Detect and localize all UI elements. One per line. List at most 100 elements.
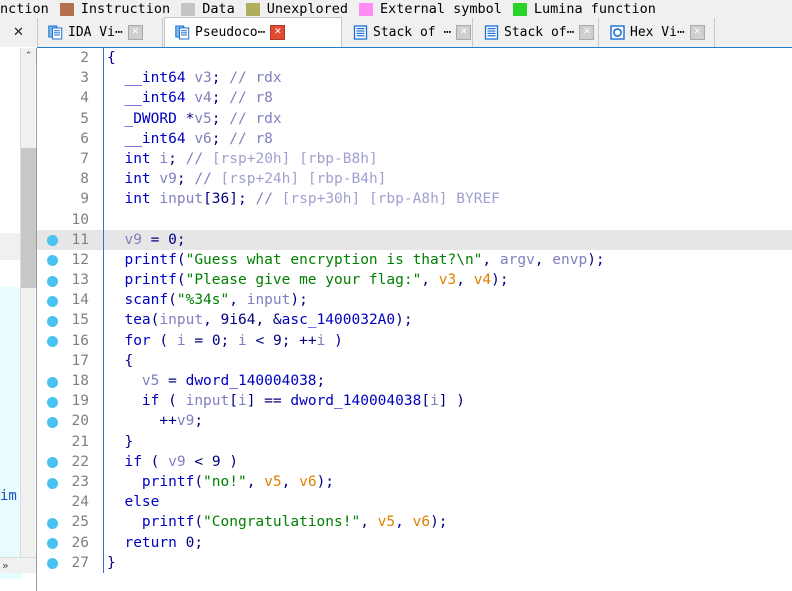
code-token[interactable]: "Please give me your flag:" — [186, 272, 422, 288]
tab-4[interactable]: Stack of⋯ ✕ — [474, 18, 599, 47]
code-token[interactable]: ); — [395, 312, 412, 328]
code-text[interactable]: return 0; — [107, 533, 203, 553]
code-token[interactable] — [107, 393, 142, 409]
code-line[interactable]: 7 int i; // [rsp+20h] [rbp-B8h] — [37, 148, 792, 170]
code-line[interactable]: 21 } — [37, 431, 792, 452]
code-token[interactable]: ( — [151, 333, 177, 349]
code-text[interactable]: if ( input[i] == dword_140004038[i] ) — [107, 391, 465, 411]
breakpoint-dot-icon[interactable] — [47, 416, 58, 428]
code-line[interactable]: 8 int v9; // [rsp+24h] [rbp-B4h] — [37, 169, 792, 190]
code-token[interactable]: , — [421, 272, 438, 288]
code-token[interactable]: // — [255, 191, 281, 207]
code-token[interactable]: ( — [177, 272, 186, 288]
code-token[interactable]: } — [107, 434, 133, 450]
code-line[interactable]: 2{ — [37, 48, 792, 69]
code-token[interactable]: ] — [229, 191, 238, 207]
code-token[interactable]: [rsp+30h] [rbp-A8h] BYREF — [282, 191, 500, 207]
code-token[interactable]: // — [194, 171, 220, 187]
code-token[interactable] — [107, 535, 124, 551]
code-token[interactable]: v3 — [439, 272, 456, 288]
code-token[interactable]: v4 — [194, 90, 211, 106]
functions-list-row[interactable] — [0, 579, 22, 591]
code-token[interactable]: , & — [255, 312, 281, 328]
breakpoint-dot-icon[interactable] — [47, 316, 58, 328]
code-token[interactable]: < — [247, 333, 273, 349]
code-token[interactable]: < — [186, 454, 212, 470]
code-token[interactable]: i — [159, 151, 168, 167]
code-token[interactable]: 9 — [212, 454, 221, 470]
breakpoint-dot-icon[interactable] — [47, 457, 58, 469]
code-token[interactable]: ); — [430, 514, 447, 530]
code-token[interactable]: // r8 — [229, 131, 273, 147]
code-token[interactable]: v9 — [159, 171, 176, 187]
code-token[interactable]: [ — [421, 393, 430, 409]
code-token[interactable]: 0 — [212, 333, 221, 349]
code-token[interactable]: v6 — [299, 474, 316, 490]
code-line[interactable]: 20 ++v9; — [37, 411, 792, 432]
tab-5[interactable]: Hex Vi⋯ ✕ — [600, 18, 715, 47]
code-token[interactable]: tea — [124, 312, 150, 328]
code-text[interactable]: printf("Guess what encryption is that?\n… — [107, 250, 604, 270]
code-line[interactable]: 19 if ( input[i] == dword_140004038[i] ) — [37, 391, 792, 412]
code-token[interactable]: ; — [221, 333, 238, 349]
code-text[interactable]: int v9; // [rsp+24h] [rbp-B4h] — [107, 169, 386, 189]
code-token[interactable]: ( — [194, 474, 203, 490]
breakpoint-dot-icon[interactable] — [47, 538, 58, 550]
code-token[interactable]: ); — [290, 292, 307, 308]
breakpoint-dot-icon[interactable] — [47, 396, 58, 408]
code-token[interactable] — [107, 292, 124, 308]
breakpoint-dot-icon[interactable] — [47, 336, 58, 348]
code-token[interactable]: ; — [194, 413, 203, 429]
code-line[interactable]: 9 int input[36]; // [rsp+30h] [rbp-A8h] … — [37, 189, 792, 210]
functions-panel-vscrollbar[interactable]: ⌃ ⌄ — [20, 48, 36, 569]
code-token[interactable]: i — [430, 393, 439, 409]
code-token[interactable]: 0 — [168, 232, 177, 248]
code-text[interactable]: } — [107, 432, 133, 452]
code-text[interactable]: } — [107, 553, 116, 573]
code-line[interactable]: 16 for ( i = 0; i < 9; ++i ) — [37, 330, 792, 351]
code-token[interactable]: dword_140004038 — [290, 393, 421, 409]
code-token[interactable]: v9 — [177, 413, 194, 429]
tab-2[interactable]: Pseudoco⋯ ✕ — [164, 17, 342, 47]
code-token[interactable]: ] == — [247, 393, 291, 409]
code-token[interactable] — [186, 131, 195, 147]
code-token[interactable]: v5 — [194, 111, 211, 127]
code-token[interactable]: v3 — [194, 70, 211, 86]
code-token[interactable]: printf — [124, 252, 176, 268]
tab-close-icon[interactable]: ✕ — [270, 25, 286, 40]
code-token[interactable]: for — [124, 333, 150, 349]
code-text[interactable]: __int64 v3; // rdx — [107, 68, 281, 88]
code-token[interactable]: { — [107, 50, 116, 66]
code-token[interactable]: ( — [159, 393, 185, 409]
code-token[interactable]: , — [535, 252, 552, 268]
code-token[interactable]: , — [456, 272, 473, 288]
code-text[interactable]: printf("no!", v5, v6); — [107, 472, 334, 492]
code-line[interactable]: 26 return 0; — [37, 532, 792, 553]
code-token[interactable]: input — [159, 191, 203, 207]
code-token[interactable]: __int64 — [124, 131, 185, 147]
code-token[interactable] — [177, 151, 186, 167]
code-token[interactable] — [107, 494, 124, 510]
code-token[interactable] — [221, 70, 230, 86]
breakpoint-dot-icon[interactable] — [47, 517, 58, 529]
code-text[interactable]: __int64 v6; // r8 — [107, 129, 273, 149]
code-token[interactable]: = — [142, 232, 168, 248]
code-token[interactable] — [107, 312, 124, 328]
code-token[interactable]: argv — [500, 252, 535, 268]
pseudocode-lines[interactable]: 2{3 __int64 v3; // rdx 4 __int64 v4; // r… — [37, 48, 792, 591]
code-text[interactable]: int input[36]; // [rsp+30h] [rbp-A8h] BY… — [107, 189, 500, 209]
breakpoint-dot-icon[interactable] — [47, 295, 58, 307]
code-token[interactable]: ; — [238, 191, 247, 207]
code-token[interactable]: 9 — [273, 333, 282, 349]
code-text[interactable]: __int64 v4; // r8 — [107, 88, 272, 108]
code-token[interactable]: v9 — [168, 454, 185, 470]
code-token[interactable]: input — [159, 312, 203, 328]
tab-close-icon[interactable]: ✕ — [689, 25, 705, 40]
code-token[interactable]: int — [124, 151, 150, 167]
code-token[interactable]: ; — [212, 111, 221, 127]
code-token[interactable]: if — [124, 454, 141, 470]
functions-list-row[interactable] — [0, 260, 22, 287]
tab-3[interactable]: Stack of ⋯ ✕ — [343, 18, 473, 47]
code-text[interactable]: _DWORD *v5; // rdx — [107, 109, 281, 129]
code-token[interactable]: ; — [177, 232, 186, 248]
